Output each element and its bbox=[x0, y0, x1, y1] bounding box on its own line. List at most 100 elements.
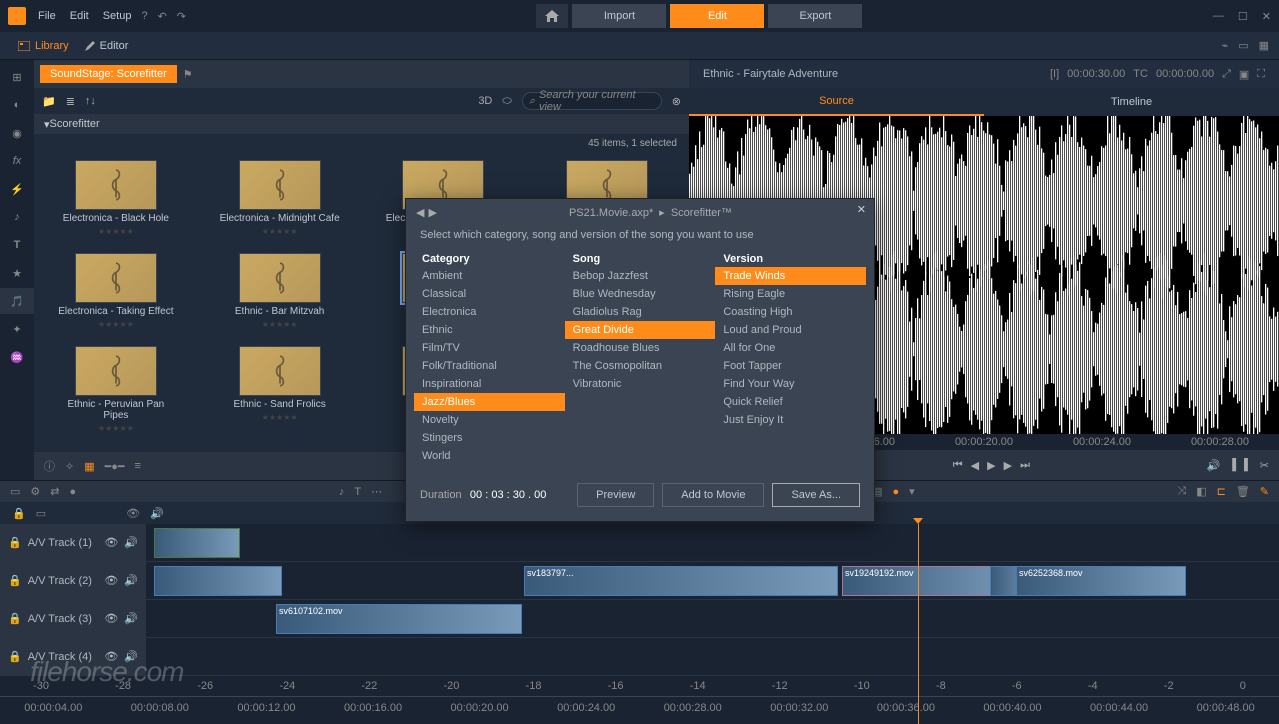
tl-text-icon[interactable]: T bbox=[354, 486, 361, 498]
tl-delete-icon[interactable]: 🗑 bbox=[1236, 485, 1250, 498]
tl-shuffle-icon[interactable]: ⤨ bbox=[1177, 485, 1186, 498]
version-option[interactable]: All for One bbox=[715, 339, 866, 357]
track-header[interactable]: 🔒 A/V Track (2) 👁 🔊 bbox=[0, 562, 146, 599]
popout-icon[interactable]: ⤢ bbox=[1222, 68, 1231, 81]
song-option[interactable]: Roadhouse Blues bbox=[565, 339, 716, 357]
song-option[interactable]: The Cosmopolitan bbox=[565, 357, 716, 375]
track-collapse-icon[interactable]: ▭ bbox=[36, 507, 46, 520]
redo-icon[interactable]: ↷ bbox=[177, 10, 186, 23]
category-option[interactable]: Novelty bbox=[414, 411, 565, 429]
panel-icon-1[interactable]: ▭ bbox=[1238, 39, 1248, 52]
library-breadcrumb-chip[interactable]: SoundStage: Scorefitter bbox=[40, 65, 177, 83]
timeline-clip[interactable]: sv183797... bbox=[524, 566, 838, 596]
help-icon[interactable]: ? bbox=[141, 10, 147, 23]
thumb-view-icon[interactable]: ▦ bbox=[84, 460, 94, 473]
tl-record-icon[interactable]: ● bbox=[893, 486, 900, 498]
pin-icon[interactable]: ⚑ bbox=[183, 68, 193, 81]
rating-stars[interactable]: ★★★★★ bbox=[262, 320, 298, 329]
rail-title-icon[interactable]: T bbox=[0, 232, 34, 258]
lock-icon[interactable]: 🔒 bbox=[8, 574, 22, 587]
tl-more-icon[interactable]: ⋯ bbox=[371, 485, 382, 498]
panel-icon-2[interactable]: ▦ bbox=[1259, 39, 1269, 52]
track-header[interactable]: 🔒 A/V Track (4) 👁 🔊 bbox=[0, 638, 146, 675]
rail-disc-icon[interactable]: ◉ bbox=[0, 120, 34, 146]
go-end-icon[interactable]: ⏭ bbox=[1020, 459, 1030, 472]
maximize-icon[interactable]: ☐ bbox=[1238, 10, 1248, 23]
category-option[interactable]: Folk/Traditional bbox=[414, 357, 565, 375]
song-option[interactable]: Great Divide bbox=[565, 321, 716, 339]
timeline-view-tab[interactable]: Timeline bbox=[984, 88, 1279, 116]
play-icon[interactable]: ▶ bbox=[987, 459, 995, 472]
dialog-back-icon[interactable]: ◀ bbox=[416, 206, 424, 219]
rail-transitions-icon[interactable]: ◐ bbox=[0, 92, 34, 118]
split-icon[interactable]: ✂ bbox=[1260, 459, 1269, 472]
dialog-close-icon[interactable]: ✕ bbox=[857, 203, 866, 216]
speaker-icon[interactable]: 🔊 bbox=[124, 574, 138, 587]
import-tab[interactable]: Import bbox=[572, 4, 666, 28]
screenshot-icon[interactable]: ▣ bbox=[1239, 68, 1249, 81]
go-start-icon[interactable]: ⏮ bbox=[953, 459, 963, 472]
rail-fx-icon[interactable]: fx bbox=[0, 148, 34, 174]
song-option[interactable]: Gladiolus Rag bbox=[565, 303, 716, 321]
track-body[interactable]: sv6107102.mov bbox=[146, 600, 1279, 637]
step-fwd-icon[interactable]: ▶ bbox=[1004, 459, 1012, 472]
track-header[interactable]: 🔒 A/V Track (1) 👁 🔊 bbox=[0, 524, 146, 561]
song-option[interactable]: Bebop Jazzfest bbox=[565, 267, 716, 285]
fullscreen-icon[interactable]: ⛶ bbox=[1257, 68, 1265, 81]
rail-voiceover-icon[interactable]: ✦ bbox=[0, 316, 34, 342]
tl-trim-icon[interactable]: ◧ bbox=[1196, 485, 1206, 498]
version-option[interactable]: Find Your Way bbox=[715, 375, 866, 393]
rail-sound-icon[interactable]: ♒ bbox=[0, 344, 34, 370]
timeline-clip[interactable]: sv6107102.mov bbox=[276, 604, 522, 634]
save-as-button[interactable]: Save As... bbox=[772, 483, 860, 507]
category-option[interactable]: Stingers bbox=[414, 429, 565, 447]
song-option[interactable]: Vibratonic bbox=[565, 375, 716, 393]
category-option[interactable]: Film/TV bbox=[414, 339, 565, 357]
lock-all-icon[interactable]: 🔒 bbox=[12, 507, 26, 520]
minimize-icon[interactable]: — bbox=[1213, 10, 1224, 23]
lock-icon[interactable]: 🔒 bbox=[8, 650, 22, 663]
library-mode-tab[interactable]: Library bbox=[10, 32, 77, 60]
3d-toggle[interactable]: 3D bbox=[478, 95, 492, 107]
search-clear-icon[interactable]: ⊗ bbox=[672, 95, 681, 108]
speaker-icon[interactable]: 🔊 bbox=[124, 650, 138, 663]
mute-all-icon[interactable]: 🔊 bbox=[150, 507, 164, 520]
tl-razor-icon[interactable]: ⊏ bbox=[1217, 485, 1226, 498]
track-body[interactable] bbox=[146, 638, 1279, 675]
eye-icon[interactable]: 👁 bbox=[104, 574, 118, 587]
version-option[interactable]: Just Enjoy It bbox=[715, 411, 866, 429]
category-option[interactable]: World bbox=[414, 447, 565, 465]
dialog-fwd-icon[interactable]: ▶ bbox=[428, 206, 436, 219]
step-back-icon[interactable]: ◀ bbox=[971, 459, 979, 472]
rating-stars[interactable]: ★★★★★ bbox=[98, 227, 134, 236]
rail-bin-icon[interactable]: ⊞ bbox=[0, 64, 34, 90]
edit-tab[interactable]: Edit bbox=[670, 4, 764, 28]
speaker-icon[interactable]: 🔊 bbox=[124, 612, 138, 625]
info-icon[interactable]: ⓘ bbox=[44, 458, 55, 474]
tl-edit-icon[interactable]: ✎ bbox=[1260, 485, 1269, 498]
speaker-icon[interactable]: 🔊 bbox=[124, 536, 138, 549]
track-header[interactable]: 🔒 A/V Track (3) 👁 🔊 bbox=[0, 600, 146, 637]
preview-button[interactable]: Preview bbox=[577, 483, 654, 507]
tree-node-scorefitter[interactable]: ▾ Scorefitter bbox=[34, 114, 689, 134]
category-option[interactable]: Ambient bbox=[414, 267, 565, 285]
volume-icon[interactable]: 🔊 bbox=[1207, 459, 1221, 472]
tl-marker-icon[interactable]: ● bbox=[70, 486, 77, 498]
rating-stars[interactable]: ★★★★★ bbox=[98, 424, 134, 433]
library-item[interactable]: Ethnic - Sand Frolics ★★★★★ bbox=[218, 346, 342, 444]
rail-scorefitter-icon[interactable]: 🎵 bbox=[0, 288, 34, 314]
category-option[interactable]: Classical bbox=[414, 285, 565, 303]
tl-snap-icon[interactable]: ⇄ bbox=[50, 485, 59, 498]
rail-audio-icon[interactable]: ♪ bbox=[0, 204, 34, 230]
mark-out-icon[interactable]: ▌ bbox=[1244, 459, 1252, 471]
eye-icon[interactable]: 👁 bbox=[104, 612, 118, 625]
timeline-clip[interactable] bbox=[154, 566, 282, 596]
category-option[interactable]: Ethnic bbox=[414, 321, 565, 339]
source-tab[interactable]: Source bbox=[689, 88, 984, 116]
library-item[interactable]: Ethnic - Peruvian Pan Pipes ★★★★★ bbox=[54, 346, 178, 444]
undo-icon[interactable]: ↶ bbox=[158, 10, 167, 23]
scene-icon[interactable]: ✧ bbox=[65, 460, 74, 473]
tl-magnet-icon[interactable]: ⚙ bbox=[30, 485, 40, 498]
menu-edit[interactable]: Edit bbox=[70, 10, 89, 22]
tl-menu-icon[interactable]: ▭ bbox=[10, 485, 20, 498]
